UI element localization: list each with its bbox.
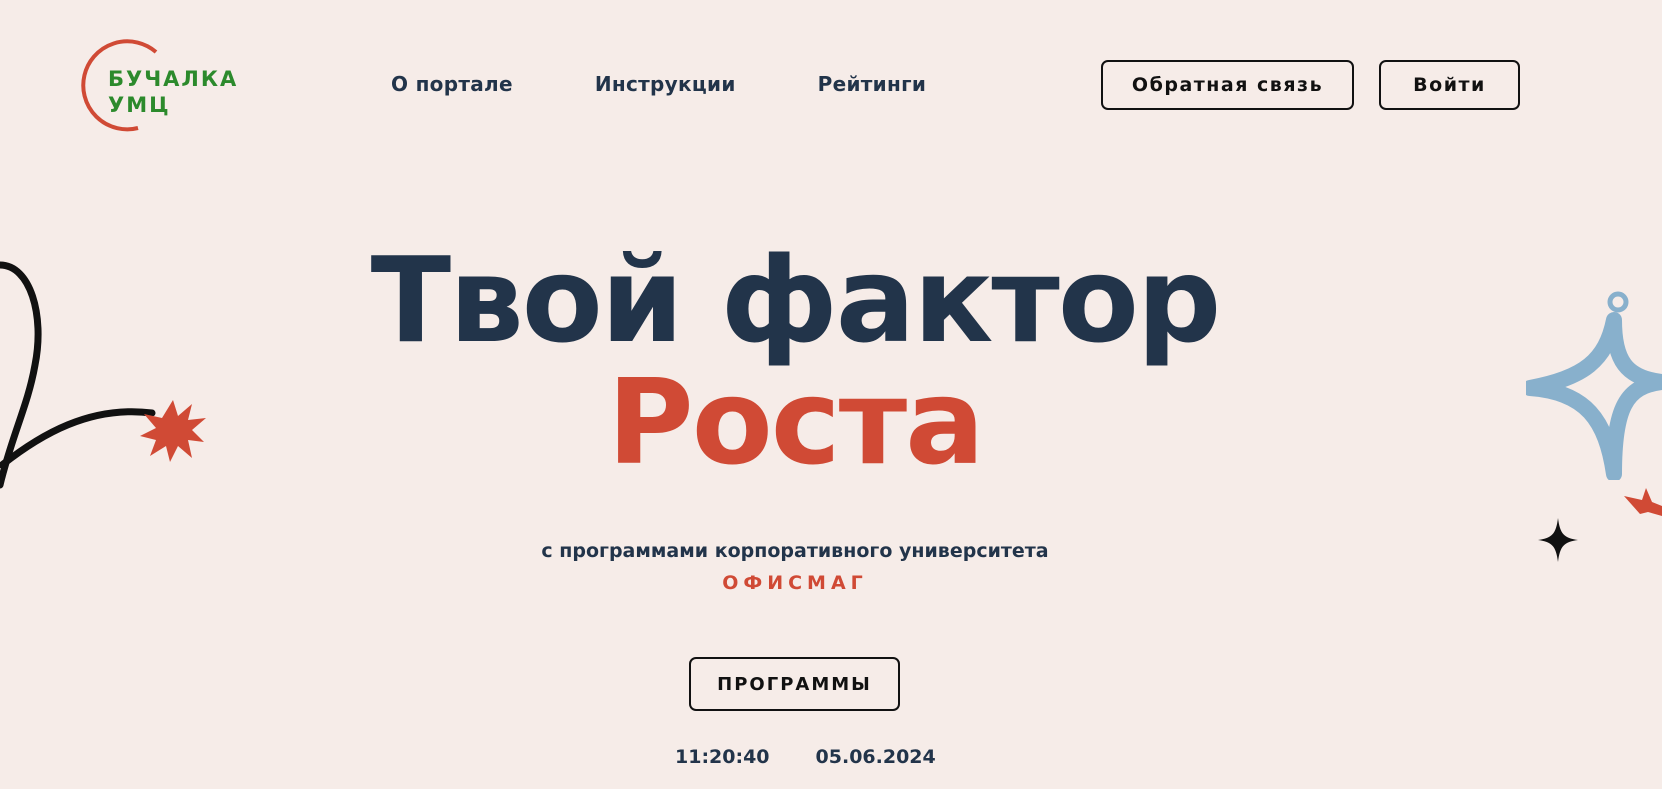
feedback-button[interactable]: Обратная связь [1101, 60, 1354, 110]
red-shard-icon [1624, 488, 1662, 516]
programs-button[interactable]: ПРОГРАММЫ [689, 657, 900, 711]
hero-subtitle: с программами корпоративного университет… [541, 540, 1049, 562]
nav-item-ratings[interactable]: Рейтинги [818, 72, 927, 96]
main-nav: О портале Инструкции Рейтинги [391, 72, 926, 96]
current-time: 11:20:40 [675, 746, 770, 768]
logo-line2: УМЦ [108, 93, 171, 117]
logo[interactable]: БУЧАЛКА УМЦ [68, 36, 238, 136]
logo-text: БУЧАЛКА УМЦ [108, 66, 238, 118]
nav-item-instructions[interactable]: Инструкции [595, 72, 736, 96]
brand-name: ОФИСМАГ [722, 572, 868, 594]
logo-line1: БУЧАЛКА [108, 67, 239, 91]
current-date: 05.06.2024 [815, 746, 936, 768]
nav-item-about[interactable]: О портале [391, 72, 513, 96]
hero-title-line1: Твой фактор [370, 231, 1222, 369]
login-button[interactable]: Войти [1379, 60, 1520, 110]
datetime-row: 11:20:40 05.06.2024 [675, 746, 936, 768]
hero-title-line2: Роста [607, 353, 985, 491]
landing-page: БУЧАЛКА УМЦ О портале Инструкции Рейтинг… [0, 0, 1662, 789]
